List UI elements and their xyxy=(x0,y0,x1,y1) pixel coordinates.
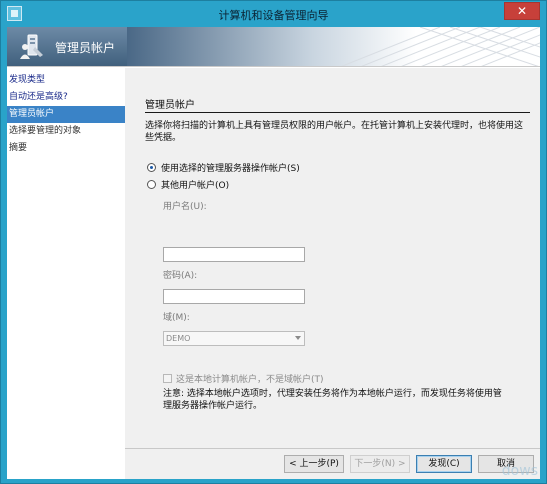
nav-item-admin-account[interactable]: 管理员帐户 xyxy=(7,106,125,123)
password-label: 密码(A): xyxy=(163,271,198,281)
radio-service-account-label: 使用选择的管理服务器操作帐户(S) xyxy=(161,163,300,174)
domain-label: 域(M): xyxy=(163,313,190,323)
radio-other-account-label: 其他用户帐户(O) xyxy=(161,180,230,191)
local-account-checkbox[interactable] xyxy=(163,374,172,383)
wizard-step-nav: 发现类型 自动还是高级? 管理员帐户 选择要管理的对象 摘要 xyxy=(7,68,125,454)
section-description: 选择你将扫描的计算机上具有管理员权限的用户帐户。在托管计算机上安装代理时，也将使… xyxy=(145,121,524,143)
username-input[interactable] xyxy=(163,247,305,262)
back-button[interactable]: < 上一步(P) xyxy=(284,455,344,473)
window-title: 计算机和设备管理向导 xyxy=(218,9,329,22)
username-label: 用户名(U): xyxy=(163,202,207,212)
nav-item-discovery-type[interactable]: 发现类型 xyxy=(7,72,125,89)
section-divider xyxy=(145,112,530,113)
radio-button[interactable] xyxy=(147,179,156,189)
nav-item-select-objects[interactable]: 选择要管理的对象 xyxy=(7,123,125,140)
radio-service-account[interactable]: 使用选择的管理服务器操作帐户(S) xyxy=(147,160,300,174)
watermark: dows xyxy=(402,461,542,483)
title-bar[interactable]: 计算机和设备管理向导 ✕ xyxy=(1,1,546,27)
radio-other-account[interactable]: 其他用户帐户(O) xyxy=(147,177,229,191)
local-account-note: 注意: 选择本地帐户选项时，代理安装任务将作为本地帐户运行，而发现任务将使用管理… xyxy=(163,389,502,411)
nav-item-summary[interactable]: 摘要 xyxy=(7,140,125,157)
admin-account-icon xyxy=(20,34,43,59)
radio-button-selected[interactable] xyxy=(147,162,156,172)
domain-select[interactable]: DEMO xyxy=(163,331,305,346)
wizard-content: 管理员帐户 选择你将扫描的计算机上具有管理员权限的用户帐户。在托管计算机上安装代… xyxy=(125,68,540,448)
wizard-window: 计算机和设备管理向导 ✕ 管理员帐户 发现类型 自动还是高级? 管理员帐户 选择… xyxy=(0,0,547,484)
next-button[interactable]: 下一步(N) > xyxy=(350,455,410,473)
banner-decoration xyxy=(341,27,540,66)
domain-select-value: DEMO xyxy=(166,334,191,343)
wizard-client-area: 管理员帐户 发现类型 自动还是高级? 管理员帐户 选择要管理的对象 摘要 管理员… xyxy=(7,27,540,479)
local-account-checkbox-label: 这是本地计算机帐户，不是域帐户(T) xyxy=(176,375,324,385)
chevron-down-icon[interactable] xyxy=(295,336,301,340)
password-input[interactable] xyxy=(163,289,305,304)
close-button[interactable]: ✕ xyxy=(504,2,540,20)
banner-title: 管理员帐户 xyxy=(55,41,116,55)
wizard-banner: 管理员帐户 xyxy=(7,27,540,67)
local-account-checkbox-row[interactable]: 这是本地计算机帐户，不是域帐户(T) xyxy=(163,372,324,385)
nav-item-auto-or-advanced[interactable]: 自动还是高级? xyxy=(7,89,125,106)
watermark-text: dows xyxy=(501,463,538,479)
section-title: 管理员帐户 xyxy=(145,100,195,111)
